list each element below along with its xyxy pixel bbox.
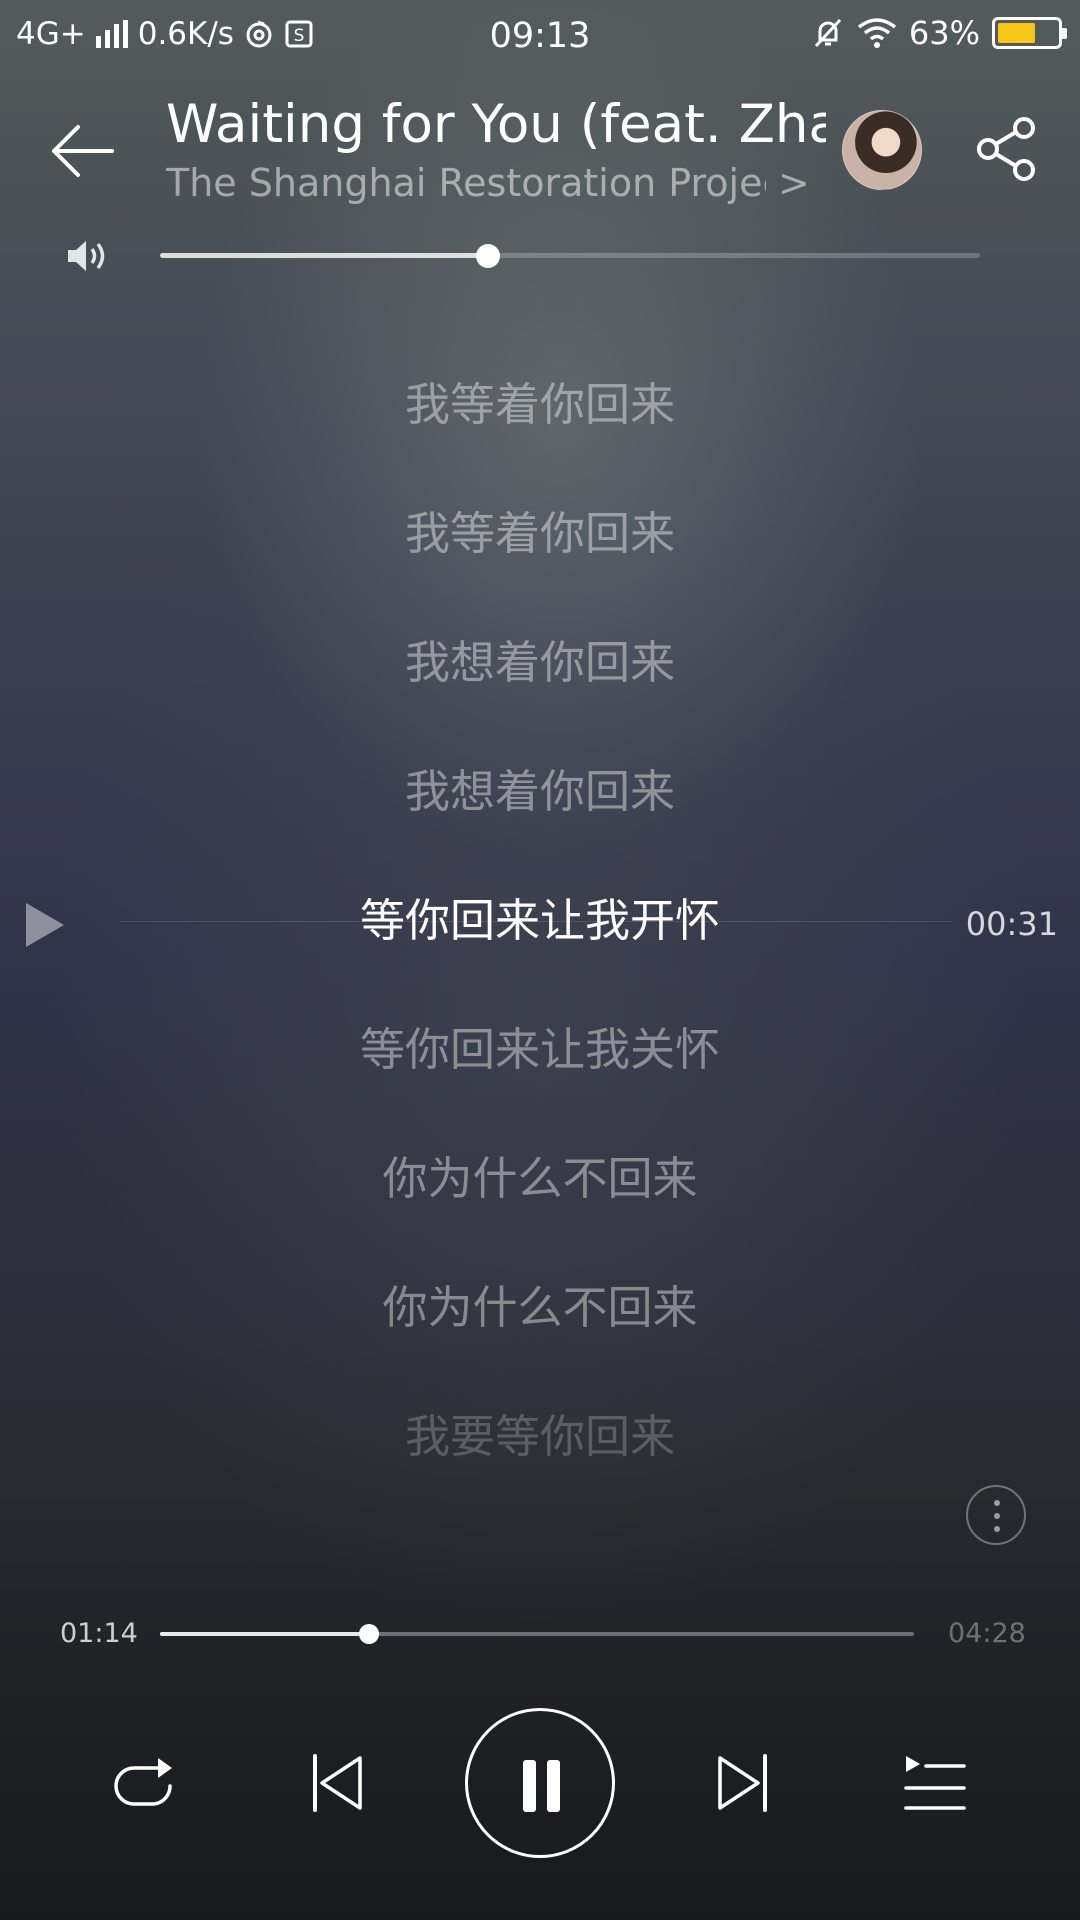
share-icon bbox=[977, 117, 1035, 181]
volume-icon[interactable] bbox=[66, 236, 110, 276]
current-time: 01:14 bbox=[60, 1618, 138, 1649]
seek-time: 00:31 bbox=[965, 905, 1058, 943]
lyric-line[interactable]: 我想着你回来 bbox=[0, 623, 1080, 752]
lyric-seek-row: 00:31 bbox=[0, 885, 1080, 961]
volume-knob[interactable] bbox=[476, 244, 500, 268]
artist-avatar[interactable] bbox=[842, 110, 922, 190]
repeat-button[interactable] bbox=[110, 1752, 180, 1814]
battery-icon bbox=[992, 17, 1067, 49]
play-triangle-icon bbox=[26, 903, 64, 947]
repeat-icon bbox=[114, 1758, 172, 1806]
battery-fill bbox=[998, 23, 1035, 43]
next-icon bbox=[718, 1754, 767, 1812]
pause-bar-icon bbox=[547, 1760, 560, 1812]
status-bar: 4G+ 0.6K/s S 09:13 63% bbox=[0, 0, 1080, 76]
chevron-right-icon: > bbox=[778, 161, 810, 205]
lyric-line[interactable]: 我要等你回来 bbox=[0, 1397, 1080, 1526]
playlist-icon bbox=[904, 1756, 966, 1810]
lyric-line[interactable]: 我想着你回来 bbox=[0, 752, 1080, 881]
mute-icon bbox=[811, 16, 845, 50]
more-dot-icon bbox=[994, 1513, 1000, 1519]
wifi-icon bbox=[857, 17, 897, 49]
artist-name: The Shanghai Restoration Projec··· bbox=[166, 161, 766, 205]
lyric-line[interactable]: 我等着你回来 bbox=[0, 365, 1080, 494]
song-title: Waiting for You (feat. Zhang bbox=[166, 94, 826, 155]
next-button[interactable] bbox=[714, 1752, 770, 1814]
total-time: 04:28 bbox=[948, 1618, 1026, 1649]
volume-slider[interactable] bbox=[160, 244, 980, 268]
back-button[interactable] bbox=[48, 116, 118, 186]
previous-icon bbox=[313, 1754, 362, 1812]
battery-percent: 63% bbox=[908, 14, 980, 52]
lyric-line[interactable]: 等你回来让我关怀 bbox=[0, 1010, 1080, 1139]
share-button[interactable] bbox=[974, 116, 1040, 182]
artist-link[interactable]: The Shanghai Restoration Projec··· > bbox=[166, 161, 826, 205]
volume-fill bbox=[160, 253, 488, 258]
lyric-line[interactable]: 你为什么不回来 bbox=[0, 1139, 1080, 1268]
more-dot-icon bbox=[994, 1526, 1000, 1532]
progress-fill bbox=[160, 1632, 369, 1636]
seek-guide-line bbox=[120, 921, 952, 922]
play-from-lyric-button[interactable] bbox=[24, 901, 66, 949]
previous-button[interactable] bbox=[310, 1752, 366, 1814]
lyric-line[interactable]: 你为什么不回来 bbox=[0, 1268, 1080, 1397]
lyric-line[interactable]: 我等着你回来 bbox=[0, 494, 1080, 623]
playlist-button[interactable] bbox=[902, 1752, 968, 1814]
more-button[interactable] bbox=[966, 1485, 1026, 1545]
more-dot-icon bbox=[994, 1500, 1000, 1506]
progress-slider[interactable] bbox=[160, 1624, 914, 1644]
status-right: 63% bbox=[811, 14, 1067, 52]
song-info[interactable]: Waiting for You (feat. Zhang The Shangha… bbox=[166, 94, 826, 205]
pause-button[interactable] bbox=[465, 1708, 615, 1858]
back-arrow-icon bbox=[52, 125, 114, 177]
pause-bar-icon bbox=[523, 1760, 536, 1812]
progress-knob[interactable] bbox=[358, 1624, 379, 1644]
